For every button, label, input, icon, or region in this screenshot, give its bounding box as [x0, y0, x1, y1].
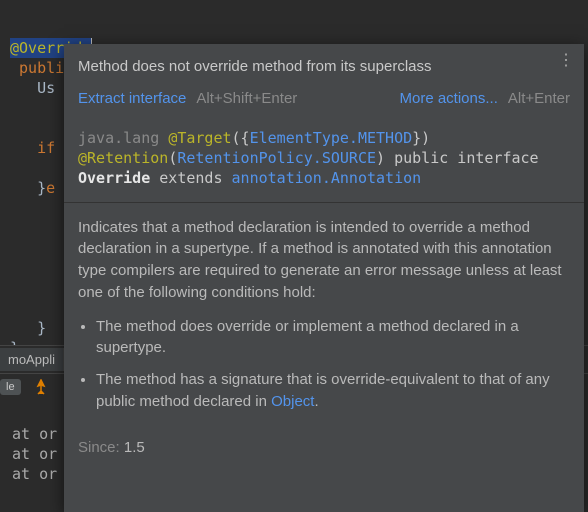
more-actions-link[interactable]: More actions... — [400, 88, 498, 110]
object-class-link[interactable]: Object — [271, 393, 314, 410]
since-value: 1.5 — [124, 439, 145, 456]
filter-pill[interactable]: le — [0, 379, 21, 395]
code-brace: } — [37, 179, 46, 197]
popup-header: ⋮ Method does not override method from i… — [64, 44, 584, 120]
quickdoc-popup: ⋮ Method does not override method from i… — [64, 44, 584, 512]
more-menu-icon[interactable]: ⋮ — [558, 56, 574, 66]
vcs-branch-icon[interactable] — [33, 379, 49, 395]
console-line: at or — [12, 425, 57, 443]
error-message: Method does not override method from its… — [78, 56, 570, 78]
keyword-else-frag: e — [46, 179, 55, 197]
element-type-link[interactable]: ElementType.METHOD — [250, 129, 413, 147]
supertype-link[interactable]: annotation.Annotation — [232, 169, 422, 187]
doc-paragraph: Indicates that a method declaration is i… — [78, 217, 570, 304]
type-name: Override — [78, 169, 150, 187]
javadoc-body: Indicates that a method declaration is i… — [64, 203, 584, 413]
keyword-if: if — [37, 139, 55, 157]
run-config-tab[interactable]: moAppli — [0, 348, 64, 371]
shortcut-hint: Alt+Enter — [508, 88, 570, 110]
declaration-modifiers: public interface — [394, 149, 539, 167]
code-fragment: Us — [37, 79, 55, 97]
extract-interface-action[interactable]: Extract interface — [78, 88, 186, 110]
code-brace: } — [37, 319, 46, 337]
retention-annotation: @Retention — [78, 149, 168, 167]
doc-list: The method does override or implement a … — [82, 316, 570, 413]
target-annotation: @Target — [168, 129, 231, 147]
declaration-signature: java.lang @Target({ElementType.METHOD}) … — [64, 120, 584, 202]
extends-keyword: extends — [159, 169, 222, 187]
doc-list-item: The method does override or implement a … — [96, 316, 570, 360]
intention-actions-row: Extract interface Alt+Shift+Enter More a… — [78, 88, 570, 110]
retention-policy-link[interactable]: RetentionPolicy.SOURCE — [177, 149, 376, 167]
console-line: at or — [12, 465, 57, 483]
shortcut-hint: Alt+Shift+Enter — [196, 88, 297, 110]
console-line: at or — [12, 445, 57, 463]
since-label: Since: — [78, 439, 120, 456]
doc-list-item: The method has a signature that is overr… — [96, 369, 570, 413]
since-section: Since: 1.5 — [64, 423, 584, 467]
package-name: java.lang — [78, 129, 159, 147]
